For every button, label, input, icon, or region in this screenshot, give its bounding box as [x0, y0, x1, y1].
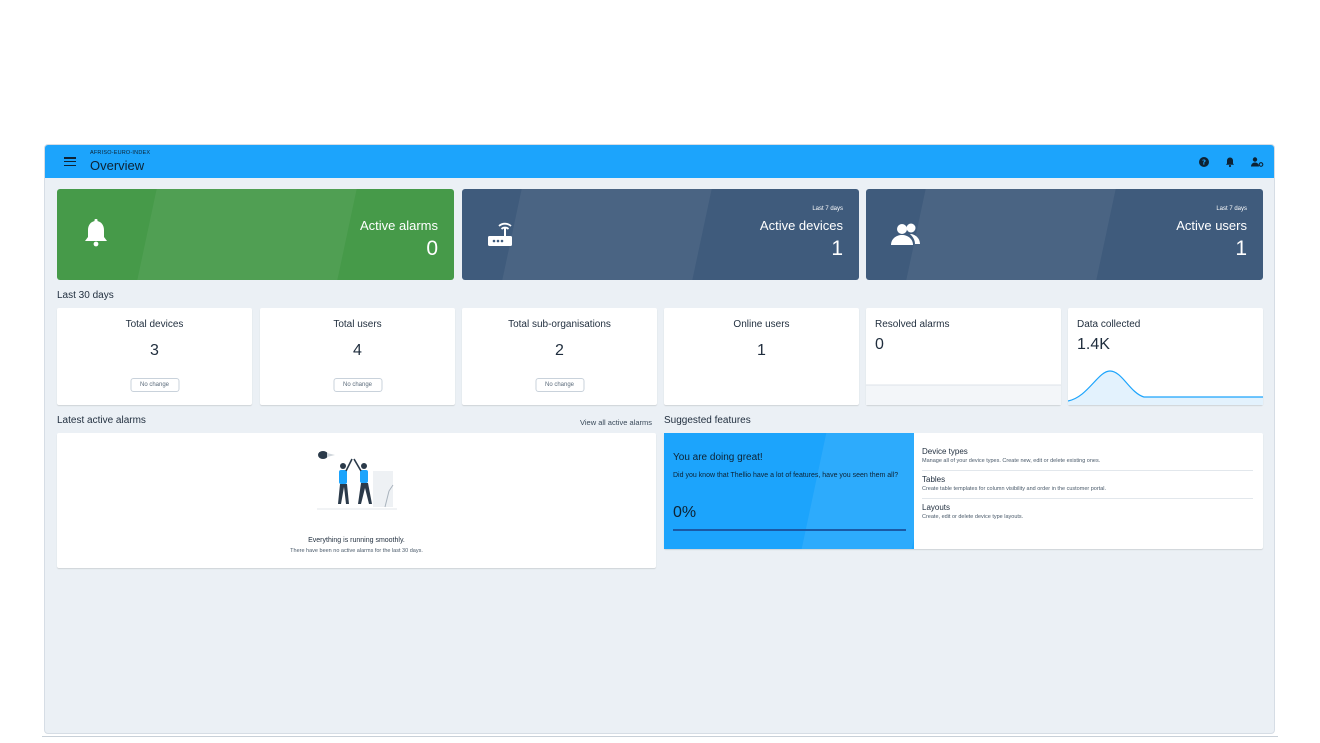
promo-text: Did you know that Thellio have a lot of … [673, 472, 899, 479]
hero-subtitle: Last 7 days [812, 206, 843, 212]
high-five-illustration [317, 451, 397, 510]
svg-text:?: ? [1202, 159, 1206, 167]
suggested-section-title: Suggested features [664, 415, 751, 426]
title-block: AFRISO-EURO-INDEX Overview [90, 151, 150, 172]
feature-description: Create table templates for column visibi… [922, 486, 1107, 492]
feature-list: Device types Manage all of your device t… [922, 443, 1253, 526]
empty-state-title: Everything is running smoothly. [308, 537, 405, 544]
feature-tables[interactable]: Tables Create table templates for column… [922, 471, 1253, 499]
data-collected-sparkline [1068, 370, 1263, 405]
stat-value: 1.4K [1077, 336, 1110, 353]
stat-value: 0 [875, 336, 884, 353]
alarms-section-title: Latest active alarms [57, 415, 146, 426]
change-badge: No change [534, 378, 585, 392]
period-label: Last 30 days [57, 290, 114, 301]
hero-label: Active devices [759, 218, 843, 233]
change-badge: No change [332, 378, 383, 392]
bell-icon [79, 217, 113, 251]
feature-description: Manage all of your device types. Create … [922, 458, 1101, 464]
stat-title: Resolved alarms [875, 319, 950, 330]
change-badge: No change [129, 378, 180, 392]
feature-title: Tables [922, 475, 946, 484]
resolved-alarms-sparkline [866, 384, 1061, 405]
stat-title: Data collected [1077, 319, 1141, 330]
alarms-panel: Everything is running smoothly. There ha… [57, 433, 656, 568]
stat-value: 1 [757, 342, 766, 359]
top-actions: ? [1198, 155, 1264, 168]
organisation-name: AFRISO-EURO-INDEX [90, 150, 151, 157]
notifications-bell-icon[interactable] [1224, 155, 1236, 168]
help-icon[interactable]: ? [1198, 155, 1210, 167]
hero-value: 1 [831, 237, 843, 260]
app-window: AFRISO-EURO-INDEX Overview ? Active alar… [44, 144, 1275, 734]
menu-icon[interactable] [64, 157, 76, 166]
stat-title: Total devices [125, 319, 184, 330]
total-devices-card: Total devices 3 No change [57, 308, 252, 405]
feature-title: Layouts [922, 503, 951, 512]
hero-value: 1 [1235, 237, 1247, 260]
total-users-card: Total users 4 No change [260, 308, 455, 405]
stat-value: 2 [555, 342, 564, 359]
stat-value: 3 [150, 342, 159, 359]
router-icon [484, 217, 518, 251]
view-all-alarms-link[interactable]: View all active alarms [580, 418, 652, 427]
stat-title: Online users [733, 319, 790, 330]
active-devices-card[interactable]: Last 7 days Active devices 1 [462, 189, 859, 280]
progress-bar [673, 529, 906, 531]
hero-subtitle: Last 7 days [1216, 206, 1247, 212]
progress-promo: You are doing great! Did you know that T… [664, 433, 914, 549]
feature-title: Device types [922, 447, 968, 456]
progress-percentage: 0% [673, 504, 697, 521]
active-users-card[interactable]: Last 7 days Active users 1 [866, 189, 1263, 280]
hero-value: 0 [426, 237, 438, 260]
resolved-alarms-card: Resolved alarms 0 [866, 308, 1061, 405]
suggested-features-panel: You are doing great! Did you know that T… [664, 433, 1263, 549]
active-alarms-card[interactable]: Active alarms 0 [57, 189, 454, 280]
feature-layouts[interactable]: Layouts Create, edit or delete device ty… [922, 499, 1253, 526]
stat-title: Total sub-organisations [508, 319, 611, 330]
empty-state-text: There have been no active alarms for the… [290, 548, 423, 554]
hero-label: Active users [1176, 218, 1247, 233]
online-users-card: Online users 1 [664, 308, 859, 405]
users-icon [888, 217, 922, 251]
total-sub-organisations-card: Total sub-organisations 2 No change [462, 308, 657, 405]
stat-title: Total users [333, 319, 382, 330]
user-settings-icon[interactable] [1250, 155, 1264, 167]
top-bar: AFRISO-EURO-INDEX Overview ? [45, 145, 1274, 178]
hero-label: Active alarms [359, 218, 438, 233]
page-title: Overview [90, 157, 145, 173]
feature-device-types[interactable]: Device types Manage all of your device t… [922, 443, 1253, 471]
promo-title: You are doing great! [673, 452, 763, 463]
stat-value: 4 [353, 342, 362, 359]
feature-description: Create, edit or delete device type layou… [922, 514, 1024, 520]
data-collected-card: Data collected 1.4K [1068, 308, 1263, 405]
page-divider [42, 736, 1278, 737]
